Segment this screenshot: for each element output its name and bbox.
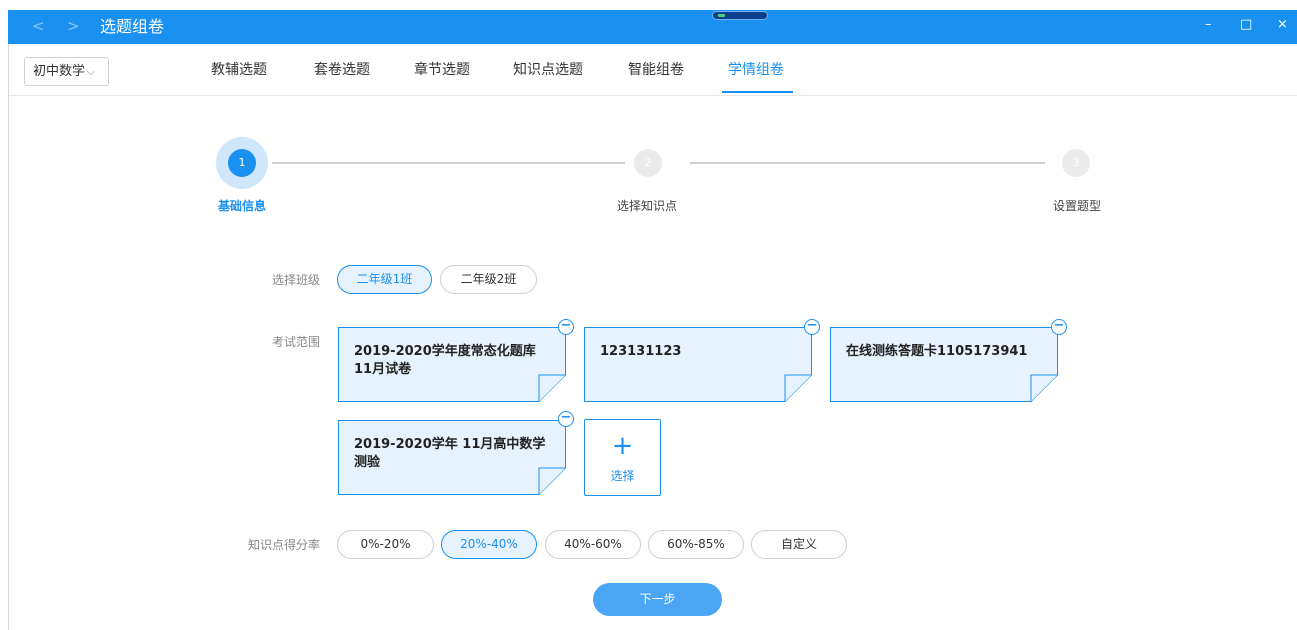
maximize-button[interactable]: □: [1240, 16, 1252, 34]
exam-title-line: 2019-2020学年度常态化题库: [354, 344, 536, 359]
exam-title-line: 11月试卷: [354, 362, 412, 377]
rate-option[interactable]: 20%-40%: [441, 530, 537, 559]
exam-title-line: 2019-2020学年 11月高中数学: [354, 437, 546, 452]
step-1-circle: 1: [228, 149, 256, 177]
exam-card: 2019-2020学年度常态化题库 11月试卷: [338, 327, 566, 402]
rate-option[interactable]: 60%-85%: [648, 530, 744, 559]
exam-card-title: 2019-2020学年 11月高中数学 测验: [354, 436, 554, 472]
add-exam-label: 选择: [610, 469, 635, 483]
chevron-down-icon: ⌵: [87, 67, 95, 78]
step-3-label: 设置题型: [1053, 199, 1102, 213]
app-window: < > 选题组卷 – □ × 初中数学 ⌵ 教辅选题 套卷选题 章节选题 知识点选…: [0, 0, 1297, 630]
class-option[interactable]: 二年级1班: [337, 265, 432, 294]
add-exam-button[interactable]: + 选择: [584, 419, 661, 496]
exam-card: 2019-2020学年 11月高中数学 测验: [338, 420, 566, 495]
step-connector: [690, 162, 1045, 164]
rate-option[interactable]: 0%-20%: [337, 530, 434, 559]
class-field-label: 选择班级: [272, 273, 321, 287]
remove-exam-icon[interactable]: −: [558, 411, 574, 427]
step-3-circle: 3: [1062, 149, 1090, 177]
exam-title-line: 123131123: [600, 344, 682, 359]
rate-option[interactable]: 40%-60%: [545, 530, 641, 559]
exam-card: 123131123: [584, 327, 812, 402]
status-indicator: [712, 11, 768, 20]
exam-card-title: 在线测练答题卡1105173941: [846, 343, 1046, 361]
forward-arrow-icon[interactable]: >: [67, 17, 80, 35]
minimize-button[interactable]: –: [1205, 16, 1212, 34]
close-button[interactable]: ×: [1277, 16, 1288, 34]
scope-field-label: 考试范围: [272, 335, 321, 349]
step-1-label: 基础信息: [218, 199, 267, 213]
tab-knowledge-points[interactable]: 知识点选题: [513, 60, 583, 80]
subject-select[interactable]: 初中数学 ⌵: [24, 57, 109, 86]
exam-title-line: 在线测练答题卡1105173941: [846, 344, 1028, 359]
step-2-label: 选择知识点: [617, 199, 678, 213]
tab-smart-paper[interactable]: 智能组卷: [628, 60, 684, 80]
back-arrow-icon[interactable]: <: [32, 17, 45, 35]
active-tab-indicator: [722, 91, 793, 93]
rate-field-label: 知识点得分率: [248, 538, 321, 552]
note-card-shape: [830, 327, 1058, 402]
main-toolbar: 初中数学 ⌵ 教辅选题 套卷选题 章节选题 知识点选题 智能组卷 学情组卷: [9, 44, 1297, 96]
tab-chapters[interactable]: 章节选题: [414, 60, 470, 80]
exam-card: 在线测练答题卡1105173941: [830, 327, 1058, 402]
app-title: 选题组卷: [100, 17, 165, 36]
tab-teaching-aids[interactable]: 教辅选题: [211, 60, 267, 80]
class-option[interactable]: 二年级2班: [440, 265, 537, 294]
tab-learning-analysis[interactable]: 学情组卷: [728, 60, 784, 80]
tab-full-papers[interactable]: 套卷选题: [314, 60, 370, 80]
window-edge: [8, 10, 9, 630]
next-step-button[interactable]: 下一步: [593, 583, 722, 616]
title-bar: < > 选题组卷 – □ ×: [8, 10, 1297, 44]
remove-exam-icon[interactable]: −: [1051, 319, 1067, 335]
rate-option[interactable]: 自定义: [751, 530, 847, 559]
exam-card-title: 123131123: [600, 343, 800, 361]
plus-icon: +: [611, 431, 634, 461]
remove-exam-icon[interactable]: −: [804, 319, 820, 335]
subject-select-value: 初中数学: [33, 64, 86, 79]
indicator-dot: [718, 14, 725, 17]
note-card-shape: [584, 327, 812, 402]
exam-title-line: 测验: [354, 455, 381, 470]
exam-card-title: 2019-2020学年度常态化题库 11月试卷: [354, 343, 554, 379]
step-2-circle: 2: [634, 149, 662, 177]
step-connector: [272, 162, 625, 164]
remove-exam-icon[interactable]: −: [558, 319, 574, 335]
